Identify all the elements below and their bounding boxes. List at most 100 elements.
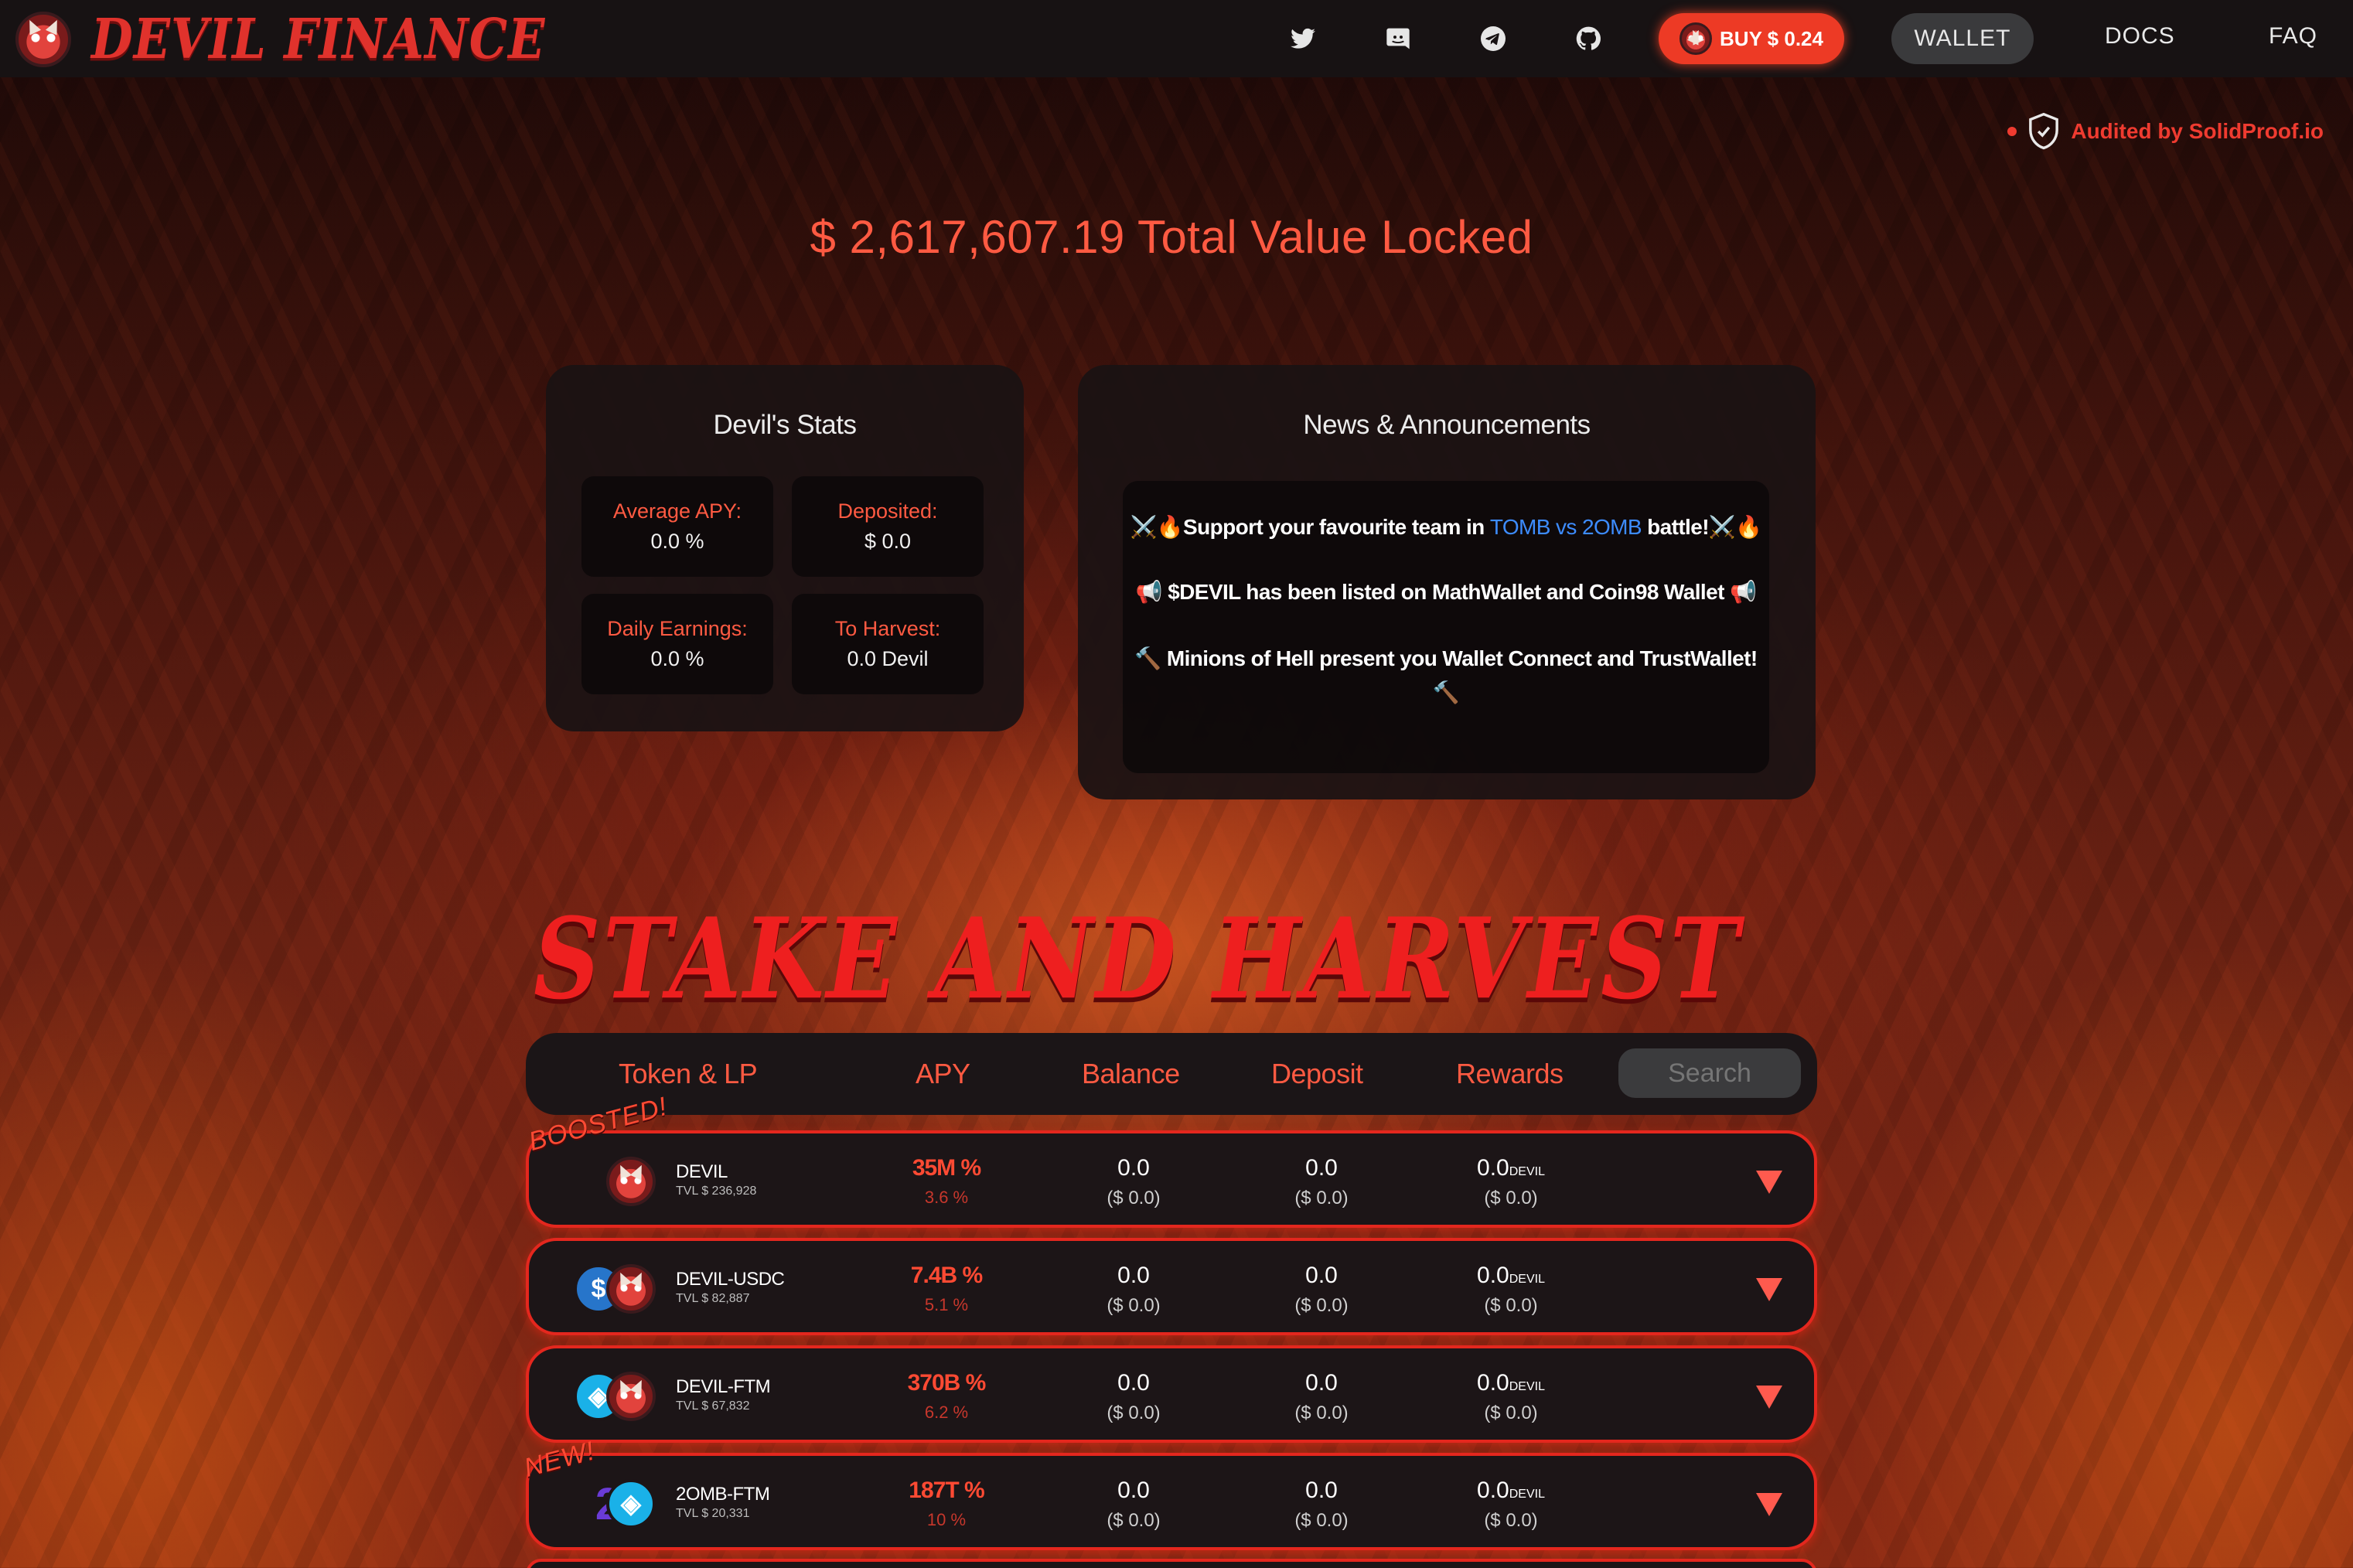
token-name: 2OMB-FTM	[676, 1484, 770, 1505]
balance-usd: ($ 0.0)	[1107, 1295, 1161, 1316]
docs-link[interactable]: DOCS	[2105, 23, 2175, 49]
deposit-value: 0.0	[1305, 1263, 1338, 1288]
balance-usd: ($ 0.0)	[1107, 1510, 1161, 1531]
farm-row-partial[interactable]	[526, 1559, 1817, 1568]
news-item: ⚔️🔥Support your favourite team in TOMB v…	[1130, 515, 1763, 539]
rewards-usd: ($ 0.0)	[1484, 1403, 1538, 1423]
token-tvl: TVL $ 236,928	[676, 1185, 757, 1198]
rewards-usd: ($ 0.0)	[1484, 1188, 1538, 1208]
chevron-down-icon[interactable]	[1756, 1171, 1782, 1194]
devil-token-icon	[606, 1372, 656, 1421]
search-input[interactable]	[1618, 1048, 1801, 1098]
stat-deposited: Deposited: $ 0.0	[792, 476, 984, 577]
rewards-usd: ($ 0.0)	[1484, 1510, 1538, 1531]
header-rewards[interactable]: Rewards	[1456, 1058, 1564, 1090]
devil-token-icon	[606, 1157, 656, 1206]
news-card: News & Announcements ⚔️🔥Support your fav…	[1078, 365, 1816, 799]
stat-label: To Harvest:	[834, 617, 941, 640]
header-balance[interactable]: Balance	[1082, 1058, 1180, 1090]
rewards-value: 0.0DEVIL	[1477, 1370, 1545, 1396]
stat-daily-earnings: Daily Earnings: 0.0 %	[581, 594, 773, 694]
stat-average-apy: Average APY: 0.0 %	[581, 476, 773, 577]
wallet-button[interactable]: WALLET	[1891, 13, 2034, 64]
devil-token-icon	[1679, 22, 1713, 55]
apy-daily: 6.2 %	[924, 1403, 969, 1422]
apy-daily: 3.6 %	[924, 1188, 969, 1207]
news-feed: ⚔️🔥Support your favourite team in TOMB v…	[1123, 481, 1769, 773]
deposit-usd: ($ 0.0)	[1294, 1403, 1349, 1423]
ftm-icon: ◈	[606, 1479, 656, 1529]
farm-row-devil-ftm[interactable]: ◈ DEVIL-FTM TVL $ 67,832 370B % 6.2 % 0.…	[526, 1345, 1817, 1443]
telegram-icon[interactable]	[1476, 22, 1510, 56]
devil-token-icon	[606, 1264, 656, 1314]
apy-value: 35M %	[912, 1155, 981, 1181]
rewards-value: 0.0DEVIL	[1477, 1263, 1545, 1288]
buy-button-label: BUY $ 0.24	[1720, 26, 1823, 50]
apy-value: 370B %	[907, 1370, 987, 1396]
token-name: DEVIL	[676, 1161, 728, 1182]
faq-link[interactable]: FAQ	[2269, 23, 2317, 49]
discord-icon[interactable]	[1381, 22, 1415, 56]
buy-button[interactable]: BUY $ 0.24	[1659, 13, 1844, 64]
token-tvl: TVL $ 82,887	[676, 1292, 750, 1305]
farm-row-devil[interactable]: DEVIL TVL $ 236,928 35M % 3.6 % 0.0 ($ 0…	[526, 1130, 1817, 1228]
news-link[interactable]: TOMB vs 2OMB	[1490, 515, 1642, 539]
deposit-usd: ($ 0.0)	[1294, 1295, 1349, 1316]
header-deposit[interactable]: Deposit	[1271, 1058, 1363, 1090]
balance-value: 0.0	[1117, 1478, 1150, 1503]
stats-title: Devil's Stats	[713, 410, 857, 440]
balance-value: 0.0	[1117, 1370, 1150, 1396]
farm-table-header: Token & LP APY Balance Deposit Rewards	[526, 1033, 1817, 1115]
stats-card: Devil's Stats Average APY: 0.0 % Deposit…	[546, 365, 1024, 731]
stat-value: 0.0 %	[650, 647, 704, 670]
apy-value: 7.4B %	[910, 1263, 983, 1288]
chevron-down-icon[interactable]	[1756, 1386, 1782, 1409]
news-item: 🔨 Minions of Hell present you Wallet Con…	[1134, 646, 1758, 704]
top-navbar: DEVIL FINANCE BUY $ 0.24 WALLET DOCS FAQ	[0, 0, 2353, 77]
balance-usd: ($ 0.0)	[1107, 1188, 1161, 1208]
devil-logo-icon	[15, 11, 71, 67]
deposit-value: 0.0	[1305, 1478, 1338, 1503]
balance-value: 0.0	[1117, 1155, 1150, 1181]
stat-to-harvest: To Harvest: 0.0 Devil	[792, 594, 984, 694]
token-name: DEVIL-FTM	[676, 1376, 771, 1397]
stat-value: 0.0 %	[650, 530, 704, 553]
farm-row-2omb-ftm[interactable]: 2 ◈ 2OMB-FTM TVL $ 20,331 187T % 10 % 0.…	[526, 1453, 1817, 1550]
apy-value: 187T %	[909, 1478, 984, 1503]
deposit-value: 0.0	[1305, 1155, 1338, 1181]
deposit-usd: ($ 0.0)	[1294, 1510, 1349, 1531]
token-tvl: TVL $ 67,832	[676, 1399, 750, 1413]
brand-name: DEVIL FINANCE	[91, 6, 546, 72]
rewards-value: 0.0DEVIL	[1477, 1478, 1545, 1503]
stat-label: Deposited:	[837, 499, 938, 523]
apy-daily: 10 %	[926, 1510, 967, 1529]
header-token[interactable]: Token & LP	[619, 1058, 758, 1090]
audit-label: Audited by SolidProof.io	[2071, 119, 2324, 143]
rewards-usd: ($ 0.0)	[1484, 1295, 1538, 1316]
rewards-value: 0.0DEVIL	[1477, 1155, 1545, 1181]
stat-value: 0.0 Devil	[847, 647, 929, 670]
status-dot	[2007, 127, 2017, 136]
brand-logo[interactable]: DEVIL FINANCE	[15, 7, 545, 71]
deposit-usd: ($ 0.0)	[1294, 1188, 1349, 1208]
twitter-icon[interactable]	[1286, 22, 1320, 56]
stat-value: $ 0.0	[864, 530, 912, 553]
token-tvl: TVL $ 20,331	[676, 1507, 750, 1520]
farm-row-devil-usdc[interactable]: $ DEVIL-USDC TVL $ 82,887 7.4B % 5.1 % 0…	[526, 1238, 1817, 1335]
stat-label: Daily Earnings:	[607, 617, 748, 640]
shield-icon	[2029, 113, 2059, 150]
chevron-down-icon[interactable]	[1756, 1278, 1782, 1301]
apy-daily: 5.1 %	[924, 1295, 969, 1314]
token-name: DEVIL-USDC	[676, 1269, 785, 1290]
news-item: 📢 $DEVIL has been listed on MathWallet a…	[1135, 580, 1757, 604]
stat-label: Average APY:	[612, 499, 742, 523]
header-apy[interactable]: APY	[916, 1058, 970, 1090]
deposit-value: 0.0	[1305, 1370, 1338, 1396]
news-title: News & Announcements	[1303, 410, 1591, 440]
audit-badge[interactable]: Audited by SolidProof.io	[2007, 113, 2324, 150]
total-value-locked: $ 2,617,607.19 Total Value Locked	[810, 211, 1533, 263]
chevron-down-icon[interactable]	[1756, 1493, 1782, 1516]
github-icon[interactable]	[1571, 22, 1605, 56]
stake-and-harvest-heading: STAKE AND HARVEST	[534, 893, 1742, 1025]
balance-value: 0.0	[1117, 1263, 1150, 1288]
